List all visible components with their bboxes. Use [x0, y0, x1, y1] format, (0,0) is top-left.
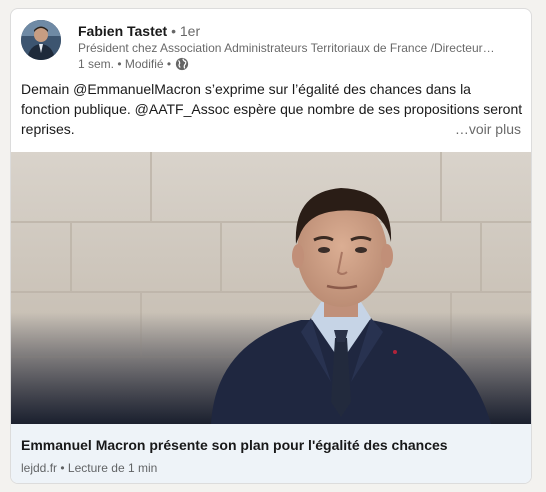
- author-name[interactable]: Fabien Tastet: [78, 23, 167, 39]
- article-reading-time: • Lecture de 1 min: [60, 461, 158, 475]
- article-source: lejdd.fr: [21, 461, 58, 475]
- see-more-link[interactable]: …voir plus: [450, 119, 521, 139]
- author-headline: Président chez Association Administrateu…: [78, 41, 495, 55]
- author-avatar[interactable]: [21, 20, 61, 60]
- globe-icon: [175, 57, 189, 71]
- post-timestamp-row: 1 sem. • Modifié •: [78, 56, 521, 72]
- article-image[interactable]: [11, 152, 531, 424]
- article-meta: lejdd.fr • Lecture de 1 min: [21, 460, 157, 476]
- post-timestamp: 1 sem. • Modifié •: [78, 57, 172, 71]
- feed-post-card: Fabien Tastet • 1er Président chez Assoc…: [10, 8, 532, 484]
- article-preview[interactable]: Emmanuel Macron présente son plan pour l…: [11, 424, 531, 483]
- article-title[interactable]: Emmanuel Macron présente son plan pour l…: [21, 435, 448, 455]
- post-text: Demain @EmmanuelMacron s’exprime sur l’é…: [21, 81, 523, 137]
- post-header: Fabien Tastet • 1er Président chez Assoc…: [21, 20, 521, 72]
- author-name-row: Fabien Tastet • 1er: [78, 22, 521, 40]
- author-meta: Fabien Tastet • 1er Président chez Assoc…: [78, 22, 521, 72]
- connection-degree: • 1er: [171, 23, 201, 39]
